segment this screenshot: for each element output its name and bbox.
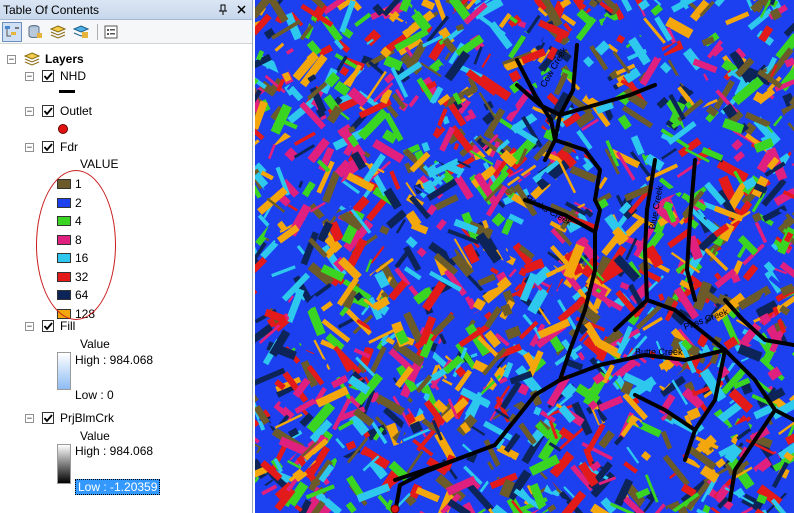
fill-gradient-ramp [57,352,71,390]
layer-name-prjblmcrk: PrjBlmCrk [60,411,114,425]
flow-direction-raster-map[interactable]: Cow CreekRocks CreekButte CreekBlue Cree… [255,0,794,513]
layer-visibility-checkbox[interactable] [42,320,54,332]
layer-visibility-checkbox[interactable] [42,412,54,424]
collapse-icon[interactable]: − [25,413,34,423]
list-by-visibility-icon[interactable] [48,22,68,42]
fill-high-label: High : 984.068 [75,353,154,367]
prjblmcrk-gradient-ramp [57,444,71,484]
toc-title: Table Of Contents [3,2,100,17]
layer-visibility-checkbox[interactable] [42,105,54,117]
list-by-selection-icon[interactable] [71,22,91,42]
tree-row-layers[interactable]: − Layers [7,51,84,67]
layer-name-fdr: Fdr [60,140,78,154]
tree-row-fdr[interactable]: − Fdr [25,139,78,155]
layer-visibility-checkbox[interactable] [42,70,54,82]
layers-icon [24,52,40,66]
nhd-line-symbol [59,90,75,93]
layer-tree: − Layers − NHD − Outlet − Fdr VALUE 1248… [0,46,252,513]
toolbar-separator [97,23,98,40]
tree-row-prjblmcrk[interactable]: − PrjBlmCrk [25,410,114,426]
layer-name-outlet: Outlet [60,104,93,118]
layers-label: Layers [45,52,84,66]
collapse-icon[interactable]: − [25,142,34,152]
collapse-icon[interactable]: − [25,321,34,331]
options-icon[interactable] [101,22,121,42]
tree-row-outlet[interactable]: − Outlet [25,103,92,119]
toc-toolbar [0,20,252,44]
list-by-drawing-order-icon[interactable] [2,21,22,42]
close-icon[interactable] [234,3,248,17]
stream-label: Butte Creek [635,347,683,357]
prjblmcrk-value-heading: Value [80,429,110,443]
toc-title-bar: Table Of Contents [0,0,252,20]
annotation-ellipse [36,170,116,320]
collapse-icon[interactable]: − [25,71,34,81]
layer-visibility-checkbox[interactable] [42,141,54,153]
collapse-icon[interactable]: − [25,106,34,116]
layer-name-nhd: NHD [60,69,86,83]
layer-name-fill: Fill [60,319,76,333]
list-by-source-icon[interactable] [25,22,45,42]
fill-low-label: Low : 0 [75,388,114,402]
collapse-icon[interactable]: − [7,54,16,64]
map-view[interactable]: Cow Creek Rocks Creek Butte Creek Blue Cree… [255,0,794,513]
outlet-point [390,504,400,513]
low-label-selected[interactable]: Low : -1.20359 [75,479,161,495]
outlet-point-symbol [58,124,68,134]
fdr-field-heading: VALUE [80,157,119,171]
pin-icon[interactable] [216,3,230,17]
tree-row-fill[interactable]: − Fill [25,318,75,334]
prjblmcrk-high-label: High : 984.068 [75,444,154,458]
tree-row-nhd[interactable]: − NHD [25,68,86,84]
table-of-contents-panel: Table Of Contents − Layers − NHD − Outle… [0,0,253,513]
prjblmcrk-low-label[interactable]: Low : -1.20359 [75,479,161,495]
fill-value-heading: Value [80,337,110,351]
